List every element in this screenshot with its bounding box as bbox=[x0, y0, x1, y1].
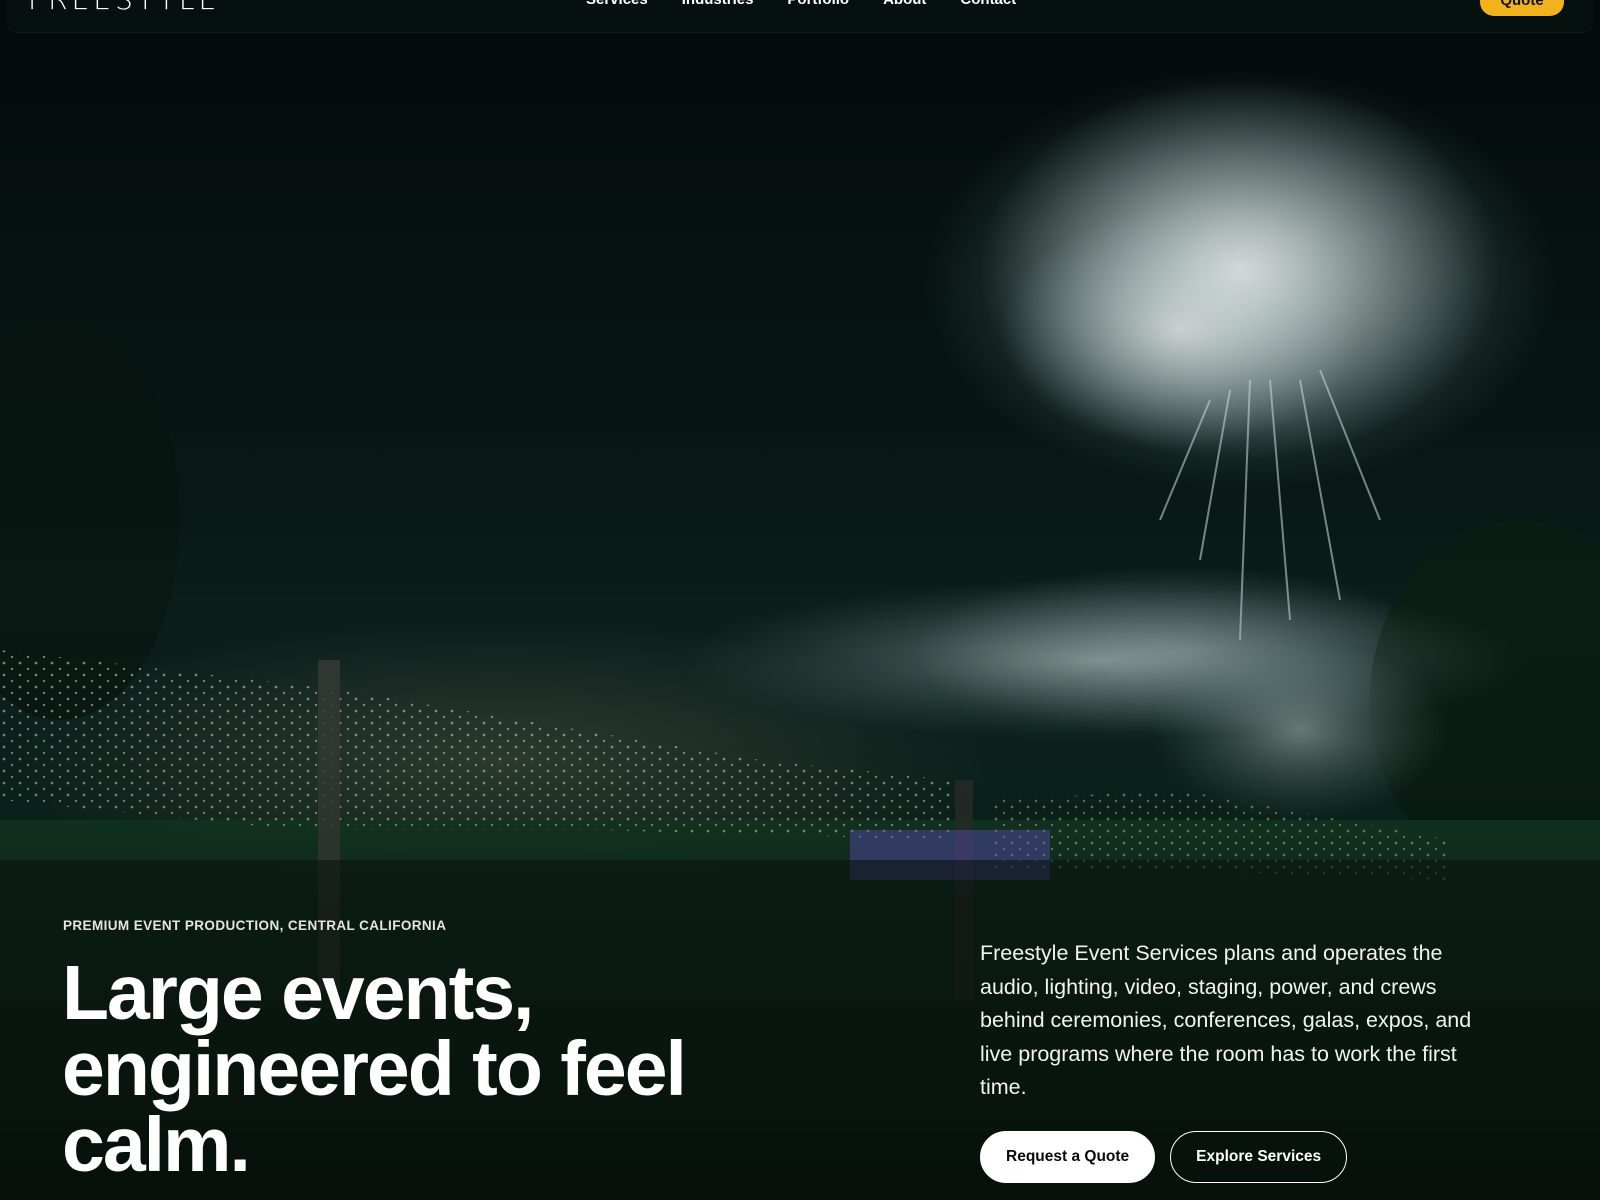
nav-link-portfolio[interactable]: Portfolio bbox=[787, 0, 849, 8]
hero-title: Large events, engineered to feel calm. bbox=[62, 955, 822, 1184]
nav-link-industries[interactable]: Industries bbox=[682, 0, 754, 8]
hero-title-line-1: Large events, bbox=[62, 950, 534, 1036]
quote-button[interactable]: Quote bbox=[1480, 0, 1564, 16]
hero-cta-group: Request a Quote Explore Services bbox=[980, 1131, 1348, 1183]
top-navbar: FREESTYLE Services Industries Portfolio … bbox=[6, 0, 1594, 32]
brand-logo[interactable]: FREESTYLE bbox=[28, 0, 220, 14]
nav-link-about[interactable]: About bbox=[883, 0, 926, 8]
hero-eyebrow: PREMIUM EVENT PRODUCTION, CENTRAL CALIFO… bbox=[63, 918, 447, 933]
request-quote-button[interactable]: Request a Quote bbox=[980, 1131, 1156, 1183]
hero-title-line-2: engineered to feel bbox=[62, 1026, 687, 1112]
landing-page: FREESTYLE Services Industries Portfolio … bbox=[0, 0, 1600, 1200]
hero-title-line-3: calm. bbox=[62, 1102, 251, 1188]
explore-services-button[interactable]: Explore Services bbox=[1170, 1131, 1348, 1183]
nav-link-services[interactable]: Services bbox=[586, 0, 648, 8]
hero-description: Freestyle Event Services plans and opera… bbox=[980, 941, 1472, 1099]
nav-links: Services Industries Portfolio About Cont… bbox=[586, 0, 1016, 8]
nav-link-contact[interactable]: Contact bbox=[960, 0, 1016, 8]
